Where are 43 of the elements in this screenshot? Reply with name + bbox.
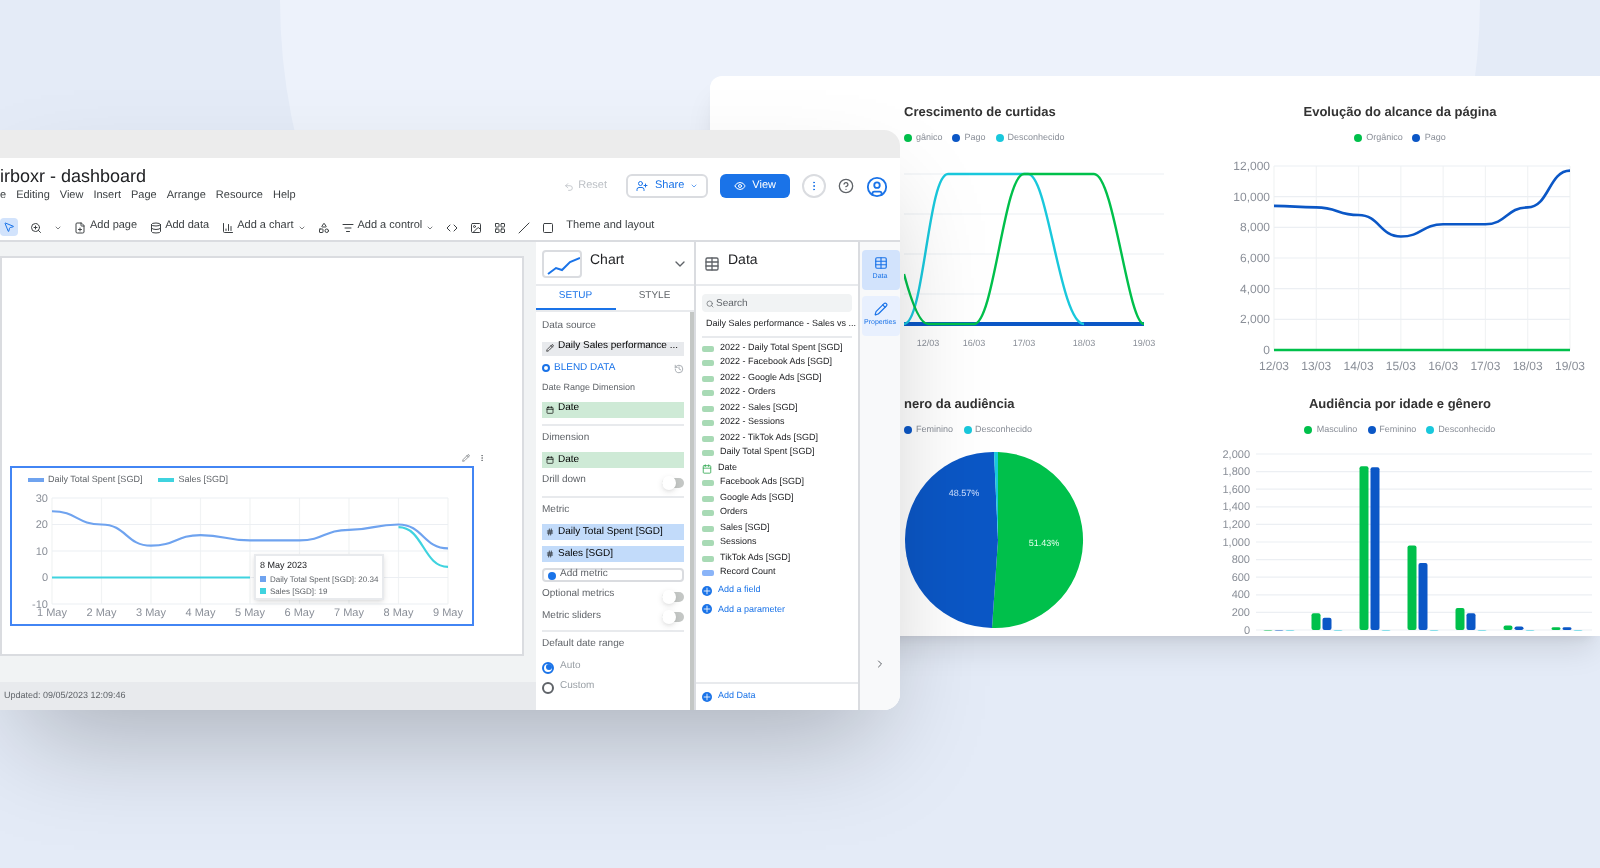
table-icon: [704, 255, 720, 271]
hash-icon: [546, 550, 554, 559]
grid-icon[interactable]: [494, 221, 507, 233]
toggle-switch[interactable]: [662, 612, 684, 622]
plus-icon: [702, 604, 712, 615]
add-person-icon: [636, 180, 649, 192]
toggle-switch[interactable]: [662, 477, 684, 487]
avatar-icon[interactable]: [866, 175, 888, 197]
eye-icon: [734, 180, 747, 192]
image-icon[interactable]: [470, 221, 483, 233]
radio-button[interactable]: [542, 661, 554, 673]
plus-icon: [702, 692, 712, 702]
radio-button[interactable]: [542, 682, 554, 694]
history-icon: [674, 363, 684, 374]
edit-icon[interactable]: [462, 454, 470, 462]
line-icon[interactable]: [518, 221, 531, 233]
tooltip-swatch-icon: [260, 575, 266, 581]
zoom-icon[interactable]: [30, 221, 42, 233]
select-tool-icon[interactable]: [0, 218, 18, 236]
count-type-icon: [702, 570, 714, 576]
code-icon[interactable]: [446, 221, 459, 233]
shape-icon[interactable]: [542, 221, 555, 233]
undo-icon: [564, 181, 575, 191]
toggle-switch[interactable]: [662, 591, 684, 601]
components-icon[interactable]: [317, 221, 330, 233]
calendar-icon: [546, 456, 554, 465]
filter-icon: [341, 221, 354, 233]
hash-icon: [546, 528, 554, 537]
line-chart-icon: [542, 249, 582, 277]
database-icon: [149, 221, 162, 233]
help-icon[interactable]: [838, 178, 854, 194]
document-title: irboxr - dashboard: [0, 166, 149, 189]
tooltip-swatch-icon: [260, 587, 266, 593]
table-icon: [873, 256, 887, 271]
pencil-icon: [873, 302, 887, 317]
search-icon: [706, 299, 714, 307]
ring-icon: [542, 364, 550, 373]
calendar-icon: [546, 405, 554, 414]
calendar-icon: [702, 463, 712, 473]
pencil-icon: [546, 344, 554, 352]
plus-icon: [702, 585, 712, 596]
file-plus-icon: [74, 221, 86, 233]
bar-chart-icon: [221, 221, 234, 233]
